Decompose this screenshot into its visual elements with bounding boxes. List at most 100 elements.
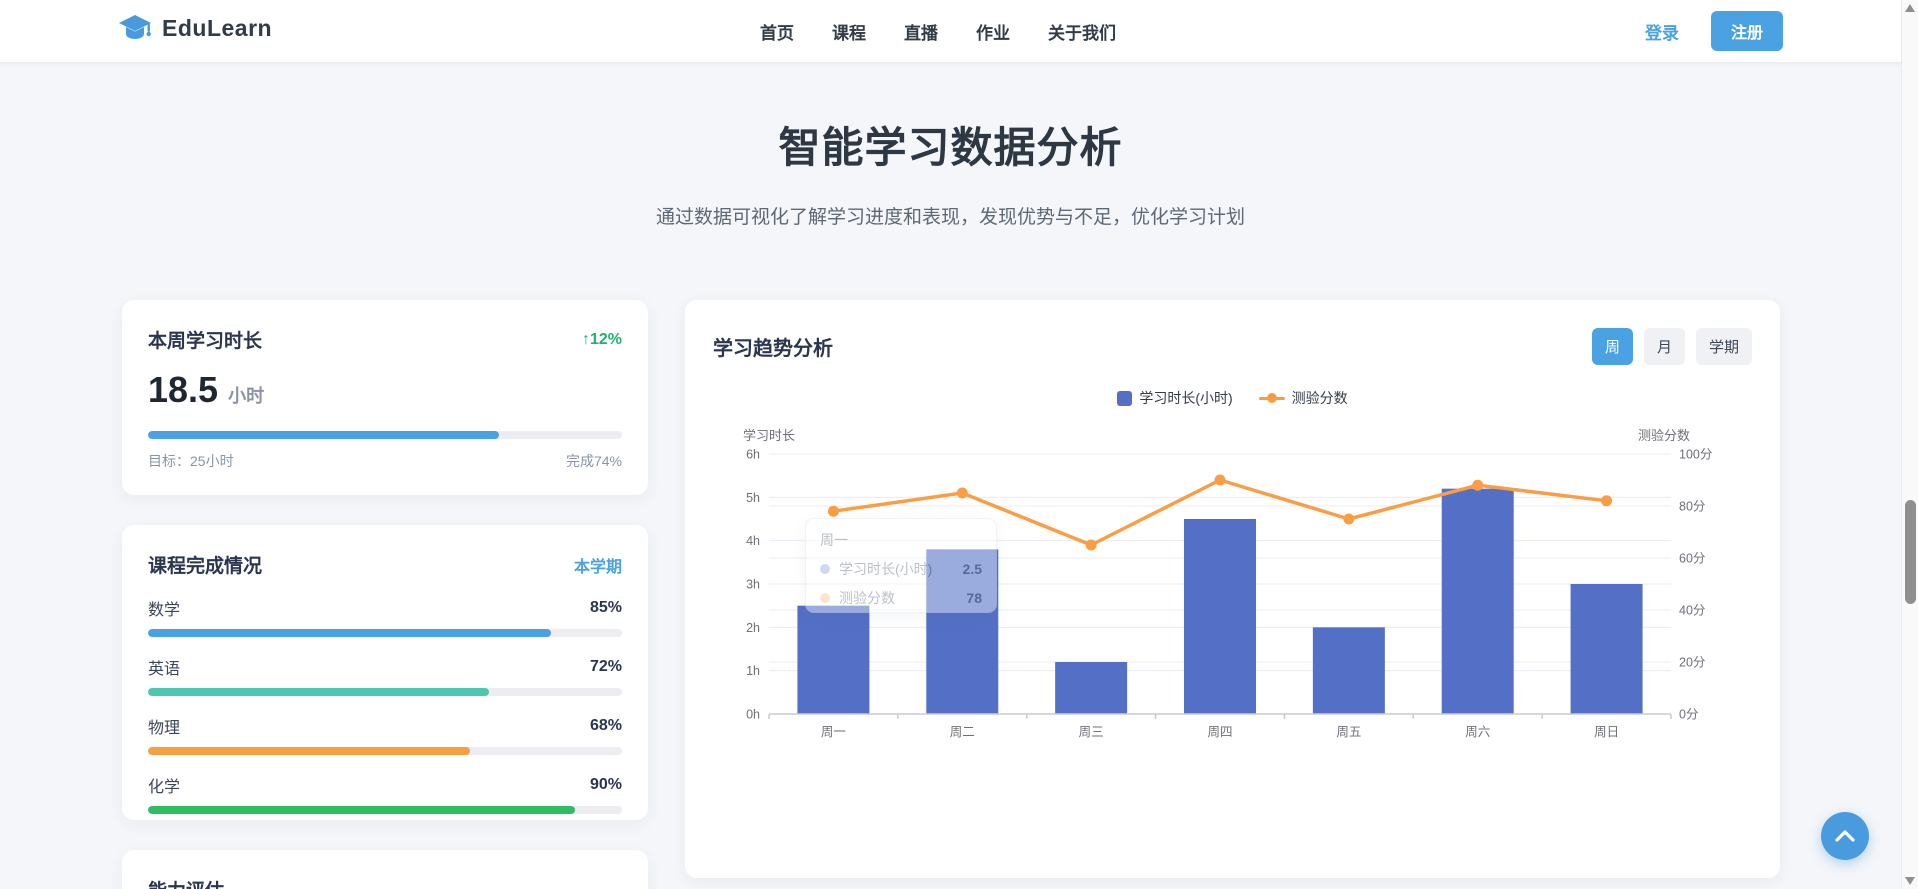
course-progress-track xyxy=(148,747,622,755)
x-label-周四: 周四 xyxy=(1207,725,1232,739)
tooltip-row-hours: 学习时长(小时) 2.5 xyxy=(820,559,982,579)
course-completion-card: 课程完成情况 本学期 数学 85% 英语 72% 物理68% 化学 90% xyxy=(122,525,648,820)
x-label-周一: 周一 xyxy=(821,725,846,739)
x-label-周五: 周五 xyxy=(1336,725,1361,739)
nav-item-0[interactable]: 首页 xyxy=(760,19,794,44)
vertical-scrollbar xyxy=(1901,0,1918,889)
register-button[interactable]: 注册 xyxy=(1711,11,1783,51)
page-subtitle: 通过数据可视化了解学习进度和表现，发现优势与不足，优化学习计划 xyxy=(0,202,1901,229)
score-point-周三 xyxy=(1086,540,1097,551)
tooltip-hours-value: 2.5 xyxy=(963,561,982,577)
left-axis-title: 学习时长 xyxy=(743,428,795,443)
semester-link[interactable]: 本学期 xyxy=(574,553,622,577)
brand-logo[interactable]: EduLearn xyxy=(118,13,272,43)
svg-text:60分: 60分 xyxy=(1679,552,1705,566)
weekly-card-title: 本周学习时长 xyxy=(148,326,262,353)
tooltip-score-row: 测验分数 78 xyxy=(820,588,982,608)
tooltip-hours-label: 学习时长(小时) xyxy=(839,559,963,579)
course-progress-track xyxy=(148,688,622,696)
bar-周三 xyxy=(1055,662,1127,714)
hero-section: 智能学习数据分析 通过数据可视化了解学习进度和表现，发现优势与不足，优化学习计划 xyxy=(0,62,1901,229)
weekly-progress-track xyxy=(148,431,622,439)
login-link[interactable]: 登录 xyxy=(1645,19,1679,44)
course-percent: 90% xyxy=(590,776,622,794)
x-label-周日: 周日 xyxy=(1594,725,1619,739)
tooltip-score-label: 测验分数 xyxy=(839,588,966,608)
score-point-周六 xyxy=(1472,480,1483,491)
course-progress-fill xyxy=(148,629,551,637)
course-row: 数学 85% xyxy=(148,596,622,637)
score-point-周五 xyxy=(1343,514,1354,525)
x-label-周二: 周二 xyxy=(950,725,975,739)
x-label-周三: 周三 xyxy=(1079,725,1104,739)
course-row: 化学 90% xyxy=(148,773,622,814)
ability-card-title: 能力评估 xyxy=(148,876,224,889)
bar-周五 xyxy=(1313,627,1385,714)
top-navbar: EduLearn 首页 课程 直播 作业 关于我们 登录 注册 xyxy=(0,0,1918,62)
svg-text:0分: 0分 xyxy=(1679,708,1698,722)
tooltip-title: 周一 xyxy=(820,530,982,550)
scrollbar-thumb[interactable] xyxy=(1905,500,1916,604)
trend-chart-card: 学习趋势分析 周月学期 学习时长(小时) 测验分数 学习时长测验分数6h5h4h… xyxy=(685,300,1780,878)
svg-text:0h: 0h xyxy=(746,708,760,722)
bar-周六 xyxy=(1442,489,1514,714)
svg-text:80分: 80分 xyxy=(1679,500,1705,514)
trend-up-arrow-icon: ↑ xyxy=(582,331,590,348)
weekly-trend-badge: ↑12% xyxy=(582,331,622,349)
svg-text:2h: 2h xyxy=(746,621,760,635)
nav-item-4[interactable]: 关于我们 xyxy=(1048,19,1116,44)
nav-item-1[interactable]: 课程 xyxy=(832,19,866,44)
nav-item-3[interactable]: 作业 xyxy=(976,19,1010,44)
course-progress-track xyxy=(148,629,622,637)
scrollbar-down-arrow-icon[interactable] xyxy=(1905,877,1915,885)
nav-item-2[interactable]: 直播 xyxy=(904,19,938,44)
svg-text:40分: 40分 xyxy=(1679,604,1705,618)
courses-card-title: 课程完成情况 xyxy=(148,551,262,578)
tooltip-hours-dot-icon xyxy=(820,564,830,574)
chart-tooltip: 周一 学习时长(小时) 2.5 测验分数 78 xyxy=(805,518,997,613)
page-title: 智能学习数据分析 xyxy=(0,114,1901,175)
course-name: 英语 xyxy=(148,655,180,679)
tooltip-score-value: 78 xyxy=(966,590,982,606)
nav-menu: 首页 课程 直播 作业 关于我们 xyxy=(760,0,1116,62)
course-progress-fill xyxy=(148,806,575,814)
weekly-goal-label: 目标：25小时 xyxy=(148,451,234,471)
course-list: 数学 85% 英语 72% 物理68% 化学 90% xyxy=(148,596,622,814)
right-axis-title: 测验分数 xyxy=(1638,428,1690,443)
weekly-hours-unit: 小时 xyxy=(228,382,264,408)
svg-text:1h: 1h xyxy=(746,664,760,678)
course-progress-fill xyxy=(148,688,489,696)
weekly-hours-value: 18.5 xyxy=(148,369,218,411)
score-point-周日 xyxy=(1601,495,1612,506)
ability-card: 能力评估 xyxy=(122,850,648,889)
course-progress-track xyxy=(148,806,622,814)
bar-周一 xyxy=(797,606,869,714)
score-point-周二 xyxy=(957,488,968,499)
course-percent: 72% xyxy=(590,658,622,676)
chevron-up-icon xyxy=(1834,829,1856,843)
svg-text:5h: 5h xyxy=(746,491,760,505)
course-percent: 85% xyxy=(590,599,622,617)
graduation-cap-icon xyxy=(118,13,152,43)
svg-text:100分: 100分 xyxy=(1679,448,1712,462)
course-row: 英语 72% xyxy=(148,655,622,696)
svg-text:3h: 3h xyxy=(746,578,760,592)
auth-area: 登录 注册 xyxy=(1645,0,1783,62)
brand-name: EduLearn xyxy=(162,15,272,42)
scrollbar-up-arrow-icon[interactable] xyxy=(1905,4,1915,12)
weekly-hours-card: 本周学习时长 ↑12% 18.5 小时 目标：25小时 完成74% xyxy=(122,300,648,495)
weekly-completion-label: 完成74% xyxy=(566,451,622,471)
x-label-周六: 周六 xyxy=(1465,725,1490,739)
weekly-trend-value: 12% xyxy=(590,331,622,348)
back-to-top-button[interactable] xyxy=(1821,812,1869,860)
svg-text:6h: 6h xyxy=(746,448,760,462)
course-name: 数学 xyxy=(148,596,180,620)
bar-周日 xyxy=(1571,584,1643,714)
course-percent: 68% xyxy=(590,717,622,735)
weekly-progress-fill xyxy=(148,431,499,439)
course-row: 物理68% xyxy=(148,714,622,755)
score-point-周四 xyxy=(1215,475,1226,486)
tooltip-score-dot-icon xyxy=(820,593,830,603)
svg-text:20分: 20分 xyxy=(1679,656,1705,670)
course-name: 化学 xyxy=(148,773,180,797)
